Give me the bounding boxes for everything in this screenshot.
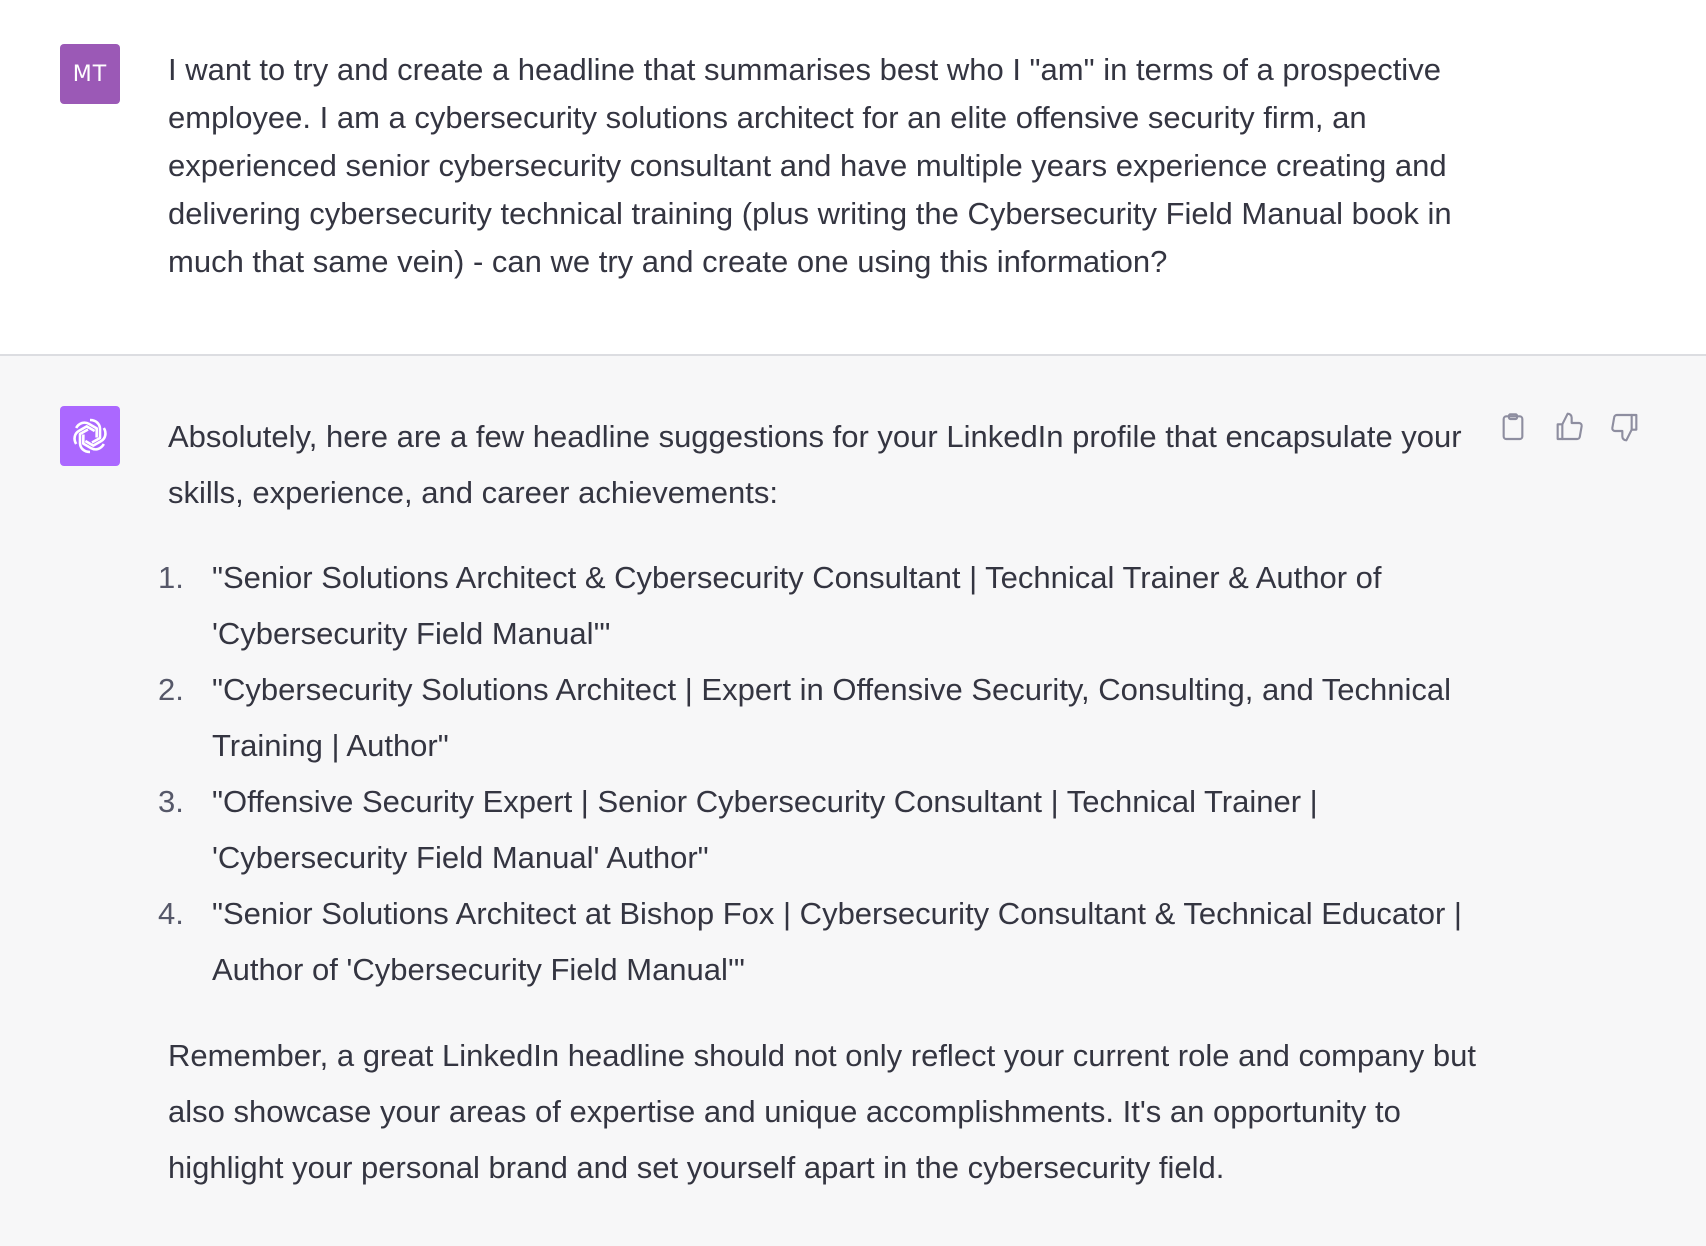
assistant-message-body: Absolutely, here are a few headline sugg… (158, 409, 1478, 1196)
user-avatar: MT (60, 44, 120, 104)
list-item: 2. "Cybersecurity Solutions Architect | … (158, 662, 1478, 774)
assistant-avatar (60, 406, 120, 466)
list-item-text: "Offensive Security Expert | Senior Cybe… (212, 784, 1318, 875)
list-item-number: 2. (158, 672, 184, 707)
user-avatar-initials: MT (72, 61, 108, 87)
list-item-number: 3. (158, 784, 184, 819)
user-message-text: I want to try and create a headline that… (168, 52, 1452, 279)
list-item-text: "Cybersecurity Solutions Architect | Exp… (212, 672, 1451, 763)
openai-logo-icon (69, 418, 111, 454)
headline-suggestions-list: 1. "Senior Solutions Architect & Cyberse… (158, 550, 1478, 998)
thumbs-down-icon (1611, 413, 1638, 442)
message-actions (1496, 410, 1642, 444)
list-item-number: 1. (158, 560, 184, 595)
list-item-text: "Senior Solutions Architect at Bishop Fo… (212, 896, 1462, 987)
list-item-text: "Senior Solutions Architect & Cybersecur… (212, 560, 1382, 651)
assistant-outro-text: Remember, a great LinkedIn headline shou… (168, 1038, 1476, 1185)
list-item-number: 4. (158, 896, 184, 931)
clipboard-icon (1502, 413, 1524, 441)
list-item: 3. "Offensive Security Expert | Senior C… (158, 774, 1478, 886)
thumbs-up-button[interactable] (1552, 410, 1586, 444)
assistant-intro-text: Absolutely, here are a few headline sugg… (168, 419, 1462, 510)
copy-button[interactable] (1496, 410, 1530, 444)
chat-conversation: MT I want to try and create a headline t… (0, 0, 1706, 1246)
assistant-message: Absolutely, here are a few headline sugg… (0, 356, 1706, 1246)
thumbs-up-icon (1556, 412, 1583, 441)
list-item: 4. "Senior Solutions Architect at Bishop… (158, 886, 1478, 998)
user-message: MT I want to try and create a headline t… (0, 0, 1706, 356)
list-item: 1. "Senior Solutions Architect & Cyberse… (158, 550, 1478, 662)
thumbs-down-button[interactable] (1608, 410, 1642, 444)
